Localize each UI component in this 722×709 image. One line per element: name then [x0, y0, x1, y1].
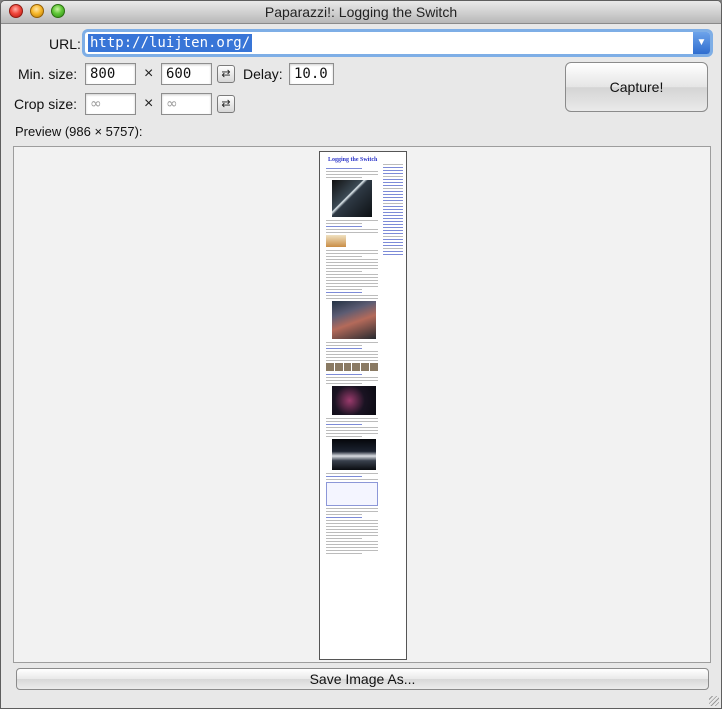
min-height-field[interactable]: 600 [161, 63, 212, 85]
min-width-field[interactable]: 800 [85, 63, 136, 85]
times-sign: × [144, 95, 154, 112]
url-combobox[interactable]: http://luijten.org/ ▼ [85, 32, 710, 54]
preview-image [332, 439, 376, 470]
crop-size-label: Crop size: [14, 96, 78, 112]
times-sign: × [144, 65, 154, 82]
url-label: URL: [49, 36, 81, 52]
crop-width-placeholder: ∞ [90, 96, 102, 112]
preview-image [332, 301, 376, 339]
preview-sidebar [383, 164, 403, 257]
min-size-label: Min. size: [18, 66, 78, 82]
preview-page-title: Logging the Switch [328, 157, 378, 163]
capture-button[interactable]: Capture! [565, 62, 708, 112]
url-input[interactable]: http://luijten.org/ [88, 34, 253, 52]
preview-image [332, 180, 372, 217]
preview-thumbnails [326, 363, 378, 371]
preview-boxed-block [326, 482, 378, 506]
save-image-as-button[interactable]: Save Image As... [16, 668, 709, 690]
delay-field[interactable]: 10.0 [289, 63, 334, 85]
chevron-down-icon[interactable]: ▼ [693, 32, 710, 54]
delay-label: Delay: [243, 66, 283, 82]
crop-height-placeholder: ∞ [166, 96, 178, 112]
delay-value: 10.0 [294, 66, 328, 82]
swap-icon[interactable]: ⇄ [217, 95, 235, 113]
preview-area[interactable]: Logging the Switch [13, 146, 711, 663]
swap-icon[interactable]: ⇄ [217, 65, 235, 83]
preview-image [332, 386, 376, 415]
crop-height-field[interactable]: ∞ [161, 93, 212, 115]
preview-label: Preview (986 × 5757): [15, 124, 143, 139]
preview-main-column [326, 168, 378, 556]
preview-page-thumbnail: Logging the Switch [319, 151, 407, 660]
resize-grip-icon[interactable] [709, 696, 719, 706]
app-window: Paparazzi!: Logging the Switch URL: http… [0, 0, 722, 709]
crop-width-field[interactable]: ∞ [85, 93, 136, 115]
min-width-value: 800 [90, 66, 116, 82]
title-bar: Paparazzi!: Logging the Switch [1, 1, 721, 24]
window-title: Paparazzi!: Logging the Switch [264, 4, 458, 20]
min-height-value: 600 [166, 66, 192, 82]
preview-image [326, 235, 346, 247]
